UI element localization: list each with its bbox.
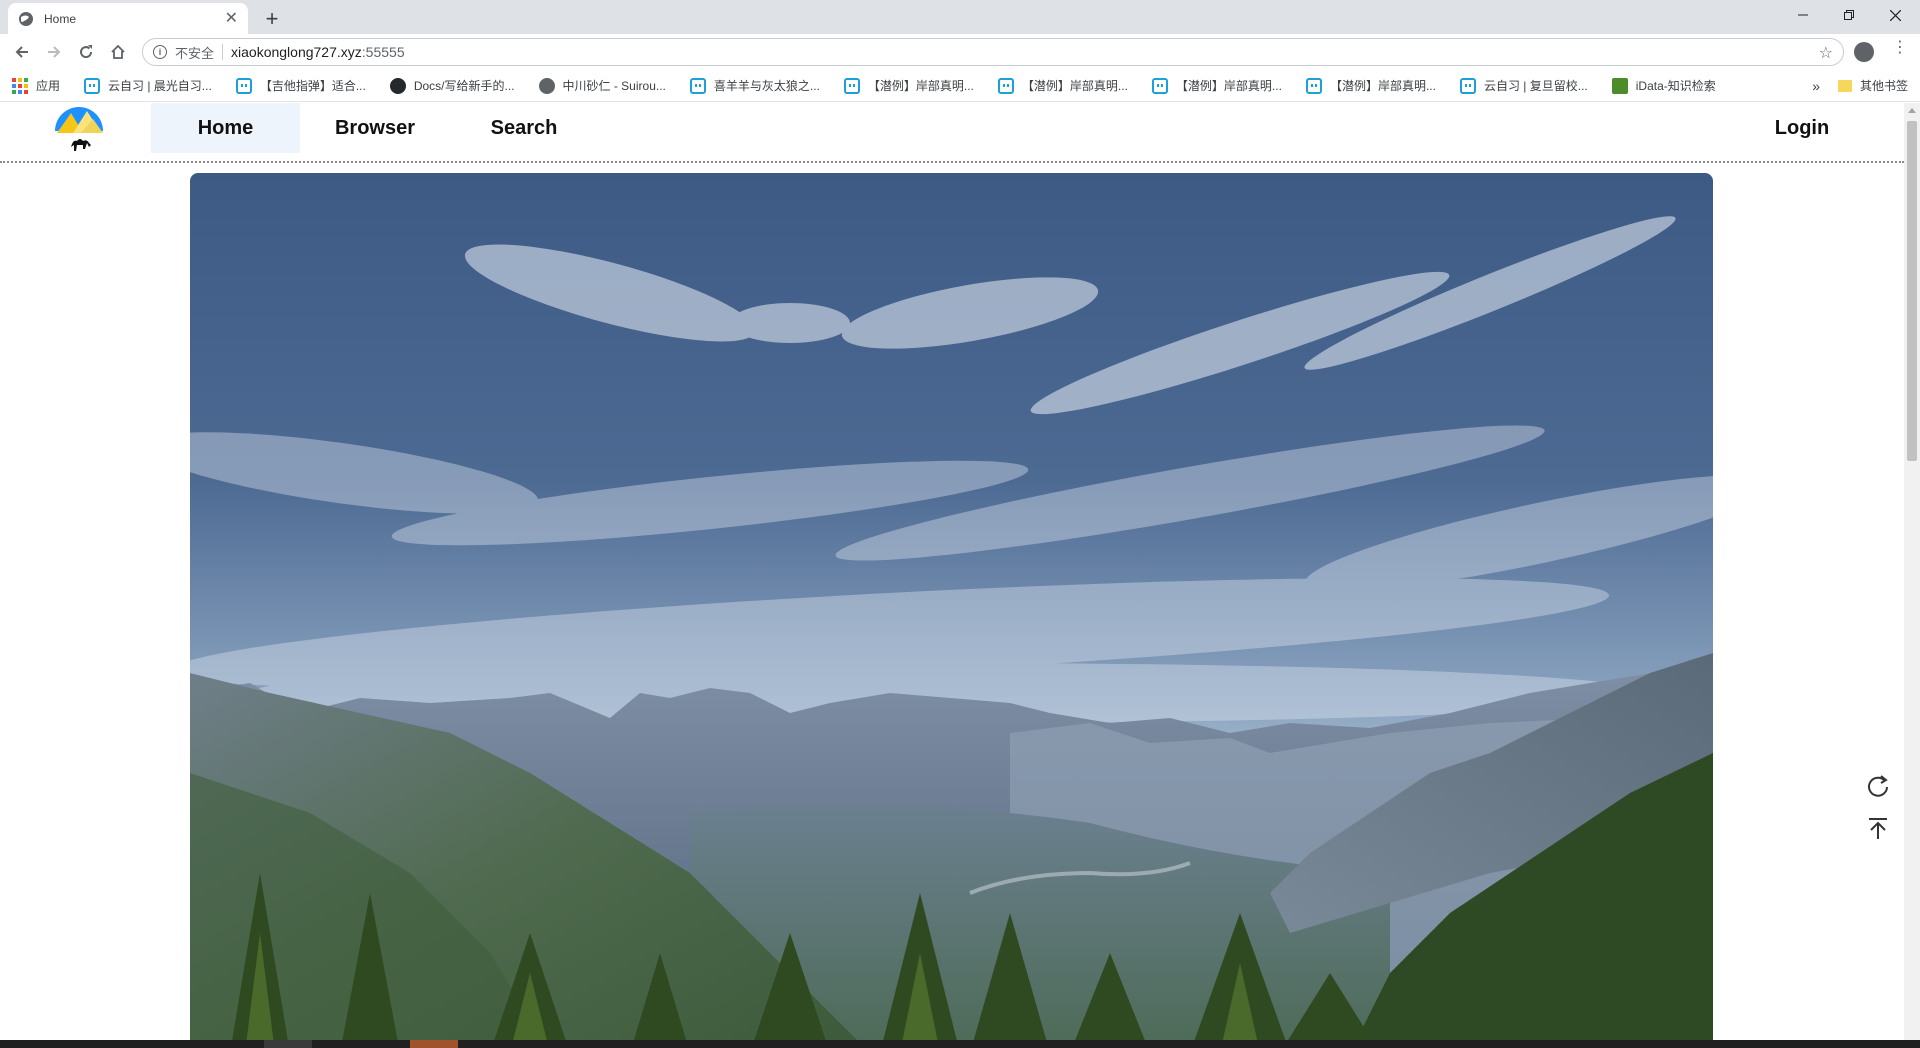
bookmark-item[interactable]: 【潜例】岸部真明... xyxy=(997,77,1128,94)
apps-grid-icon xyxy=(12,77,28,94)
close-window-icon[interactable] xyxy=(1872,0,1918,30)
bookmark-item[interactable]: 喜羊羊与灰太狼之... xyxy=(689,77,820,94)
bookmark-label: 【潜例】岸部真明... xyxy=(1175,79,1282,93)
bookmark-label: 喜羊羊与灰太狼之... xyxy=(713,79,820,93)
bookmark-label: 中川砂仁 - Suirou... xyxy=(562,79,666,93)
bookmark-item[interactable]: 云自习 | 复旦留校... xyxy=(1459,77,1588,94)
url-port: :55555 xyxy=(361,44,405,60)
bilibili-icon xyxy=(689,77,706,94)
nav-home[interactable]: Home xyxy=(151,103,300,153)
folder-icon xyxy=(1837,79,1852,92)
home-icon[interactable] xyxy=(104,38,132,66)
mountain-landscape-illustration xyxy=(190,173,1713,1040)
browser-toolbar: i 不安全 xiaokonglong727.xyz:55555 ☆ ⋮ xyxy=(0,34,1920,70)
bookmark-star-icon[interactable]: ☆ xyxy=(1819,43,1833,63)
bilibili-icon xyxy=(1151,77,1168,94)
minimize-icon[interactable] xyxy=(1780,0,1826,30)
reload-icon[interactable] xyxy=(72,38,100,66)
bookmark-item[interactable]: 【潜例】岸部真明... xyxy=(1151,77,1282,94)
bookmark-label: 【潜例】岸部真明... xyxy=(1329,79,1436,93)
bookmark-label: 云自习 | 复旦留校... xyxy=(1483,79,1588,93)
bookmark-item[interactable]: Docs/写给新手的... xyxy=(389,77,515,94)
globe-icon xyxy=(538,77,555,94)
url-host: xiaokonglong727.xyz xyxy=(231,44,362,60)
taskbar-item[interactable] xyxy=(410,1040,458,1048)
new-tab-button[interactable]: + xyxy=(258,5,286,33)
bookmarks-bar: 应用 云自习 | 晨光自习... 【吉他指弹】适合... Docs/写给新手的.… xyxy=(0,70,1920,102)
bookmark-label: 【吉他指弹】适合... xyxy=(259,79,366,93)
bookmark-item[interactable]: 【潜例】岸部真明... xyxy=(843,77,974,94)
nav-login[interactable]: Login xyxy=(1760,103,1844,153)
back-arrow-icon[interactable] xyxy=(8,38,36,66)
tab-title: Home xyxy=(44,11,77,26)
bookmark-label: 云自习 | 晨光自习... xyxy=(108,79,212,93)
taskbar-item[interactable] xyxy=(264,1040,312,1048)
bookmarks-overflow-button[interactable]: » xyxy=(1812,78,1820,94)
other-bookmarks-label: 其他书签 xyxy=(1859,79,1908,93)
back-to-top-icon[interactable] xyxy=(1862,813,1894,845)
restore-icon[interactable] xyxy=(1826,0,1872,30)
refresh-icon[interactable] xyxy=(1862,771,1894,803)
github-icon xyxy=(389,77,406,94)
bilibili-icon xyxy=(235,77,252,94)
web-page: Home Browser Search Login xyxy=(0,103,1904,1040)
bookmark-label: 【潜例】岸部真明... xyxy=(1021,79,1128,93)
scrollbar-thumb[interactable] xyxy=(1907,121,1917,461)
bilibili-icon xyxy=(1459,77,1476,94)
address-bar[interactable]: i 不安全 xiaokonglong727.xyz:55555 ☆ xyxy=(142,38,1844,66)
close-tab-icon[interactable]: ✕ xyxy=(225,10,238,27)
vertical-scrollbar[interactable] xyxy=(1904,103,1920,1040)
bookmark-item[interactable]: 中川砂仁 - Suirou... xyxy=(538,77,666,94)
bookmark-item[interactable]: 【潜例】岸部真明... xyxy=(1305,77,1436,94)
camel-logo-icon[interactable] xyxy=(53,103,105,155)
divider xyxy=(222,44,224,60)
bilibili-icon xyxy=(843,77,860,94)
info-icon[interactable]: i xyxy=(153,45,167,59)
os-taskbar xyxy=(0,1040,1920,1048)
site-navbar: Home Browser Search Login xyxy=(0,103,1904,163)
bookmark-item[interactable]: iData-知识检索 xyxy=(1611,77,1716,94)
hero-landscape-image xyxy=(190,173,1713,1040)
bookmark-label: iData-知识检索 xyxy=(1635,79,1716,93)
nav-browser[interactable]: Browser xyxy=(320,103,430,153)
url-text: xiaokonglong727.xyz:55555 xyxy=(231,44,405,60)
profile-avatar-icon[interactable] xyxy=(1854,42,1874,62)
menu-kebab-icon[interactable]: ⋮ xyxy=(1892,40,1908,56)
globe-icon xyxy=(19,11,33,26)
browser-tab-home[interactable]: Home ✕ xyxy=(8,3,248,34)
bilibili-icon xyxy=(997,77,1014,94)
bookmark-item[interactable]: 云自习 | 晨光自习... xyxy=(84,77,212,94)
bookmark-item[interactable]: 【吉他指弹】适合... xyxy=(235,77,366,94)
nav-search[interactable]: Search xyxy=(474,103,574,153)
bilibili-icon xyxy=(84,77,101,94)
bookmark-label: Docs/写给新手的... xyxy=(413,79,515,93)
other-bookmarks-folder[interactable]: 其他书签 xyxy=(1837,77,1908,94)
bookmark-apps[interactable]: 应用 xyxy=(12,77,60,94)
bookmark-label: 应用 xyxy=(36,79,61,93)
idata-icon xyxy=(1611,77,1628,94)
bookmark-label: 【潜例】岸部真明... xyxy=(867,79,974,93)
scroll-up-arrow-icon[interactable] xyxy=(1908,108,1916,113)
forward-arrow-icon[interactable] xyxy=(40,38,68,66)
bilibili-icon xyxy=(1305,77,1322,94)
browser-tabstrip: Home ✕ + xyxy=(0,0,1920,34)
security-label: 不安全 xyxy=(175,45,215,61)
